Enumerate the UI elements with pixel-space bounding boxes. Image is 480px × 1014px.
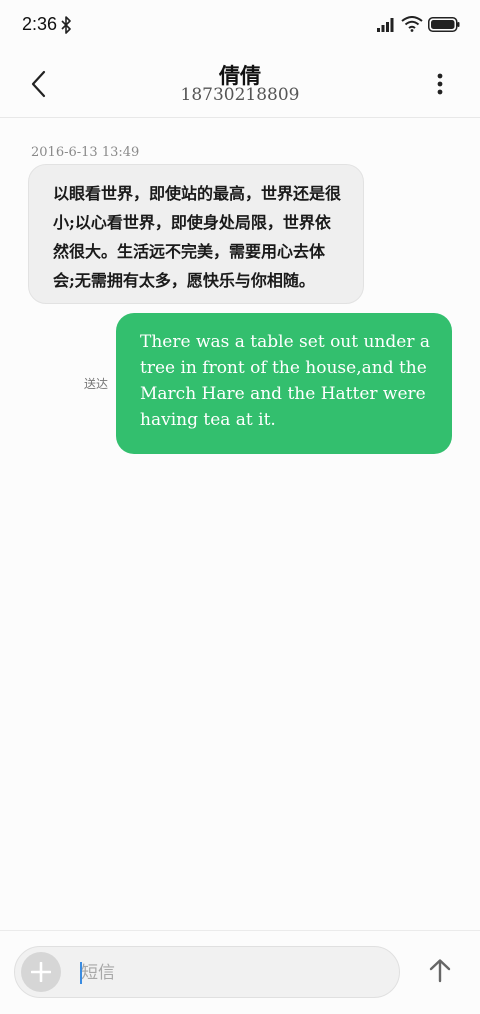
plus-icon	[31, 962, 51, 982]
send-arrow-up-icon[interactable]	[426, 957, 454, 985]
composer-input-container	[14, 946, 400, 998]
add-attachment-button[interactable]	[21, 952, 61, 992]
delivery-status: 送达	[84, 377, 109, 391]
received-message-bubble[interactable]: 以眼看世界，即使站的最高，世界还是很小;以心看世界，即使身处局限，世界依然很大。…	[28, 164, 364, 304]
battery-icon	[428, 17, 460, 32]
more-vertical-icon[interactable]	[428, 70, 452, 98]
conversation-header: 倩倩 18730218809	[0, 50, 480, 118]
wifi-icon	[401, 16, 423, 32]
text-cursor	[80, 962, 82, 984]
message-composer	[0, 930, 480, 1014]
status-bar: 2:36	[0, 0, 480, 50]
signal-icon	[377, 18, 394, 32]
bluetooth-icon	[61, 16, 71, 34]
message-input[interactable]	[79, 955, 383, 991]
contact-phone-number: 18730218809	[180, 85, 300, 105]
sent-message-bubble[interactable]: There was a table set out under a tree i…	[116, 313, 452, 454]
message-timestamp: 2016-6-13 13:49	[31, 145, 140, 160]
status-time: 2:36	[22, 14, 58, 34]
